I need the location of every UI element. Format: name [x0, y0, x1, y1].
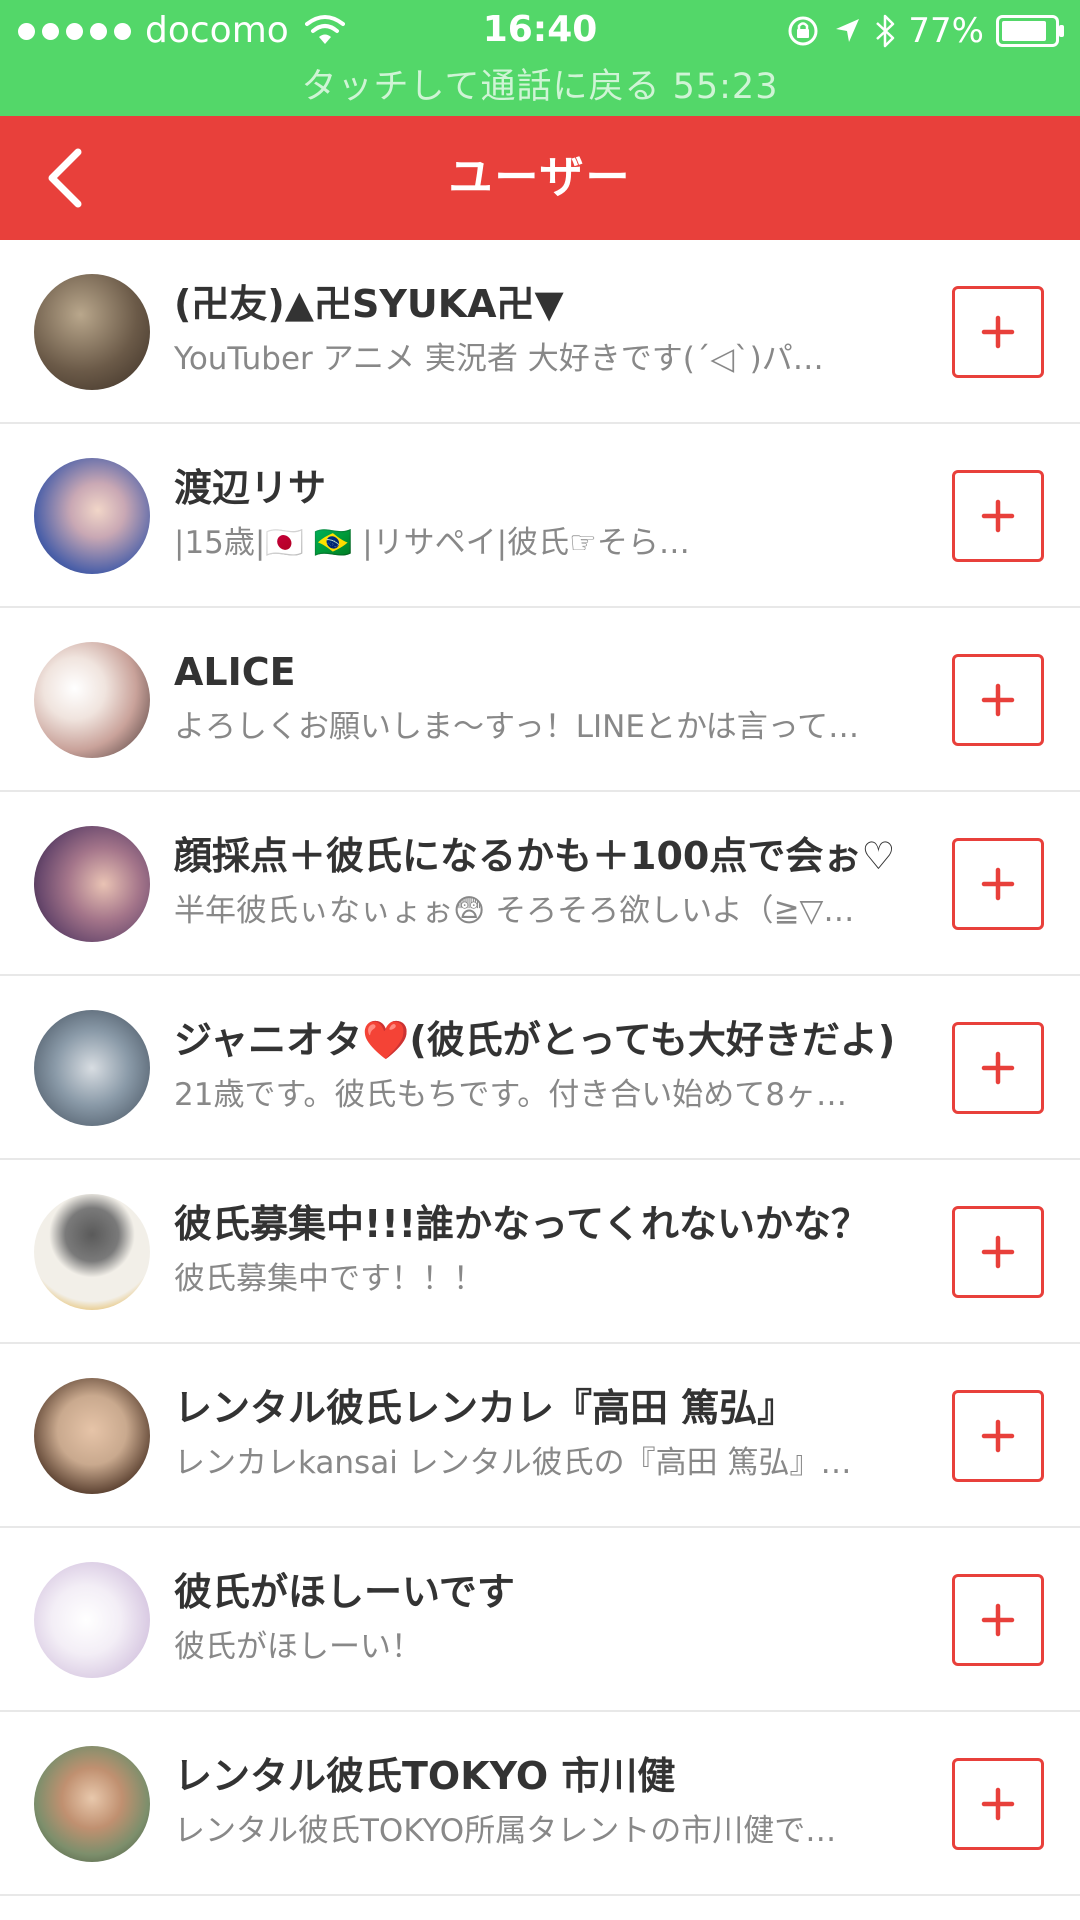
avatar[interactable] — [34, 1746, 150, 1862]
location-arrow-icon — [836, 19, 860, 42]
add-user-button[interactable] — [952, 654, 1044, 746]
back-button[interactable] — [24, 138, 104, 218]
user-row[interactable]: 顔採点＋彼氏になるかも＋100点で会ぉ♡ 半年彼氏ぃなぃょぉ😨 そろそろ欲しいよ… — [0, 792, 1080, 976]
status-row: docomo 16:40 77% — [0, 0, 1080, 62]
avatar[interactable] — [34, 1010, 150, 1126]
bluetooth-icon — [876, 14, 895, 48]
user-row[interactable]: 渡辺リサ |15歳|🇯🇵 🇧🇷 |リサペイ|彼氏☞そら… — [0, 424, 1080, 608]
avatar[interactable] — [34, 274, 150, 390]
return-to-call-banner[interactable]: タッチして通話に戻る 55:23 — [0, 62, 1080, 112]
add-user-button[interactable] — [952, 1390, 1044, 1482]
user-description: よろしくお願いしま〜すっ！LINEとかは言って… — [174, 709, 860, 745]
add-user-button[interactable] — [952, 1758, 1044, 1850]
avatar[interactable] — [34, 1378, 150, 1494]
battery-percentage: 77% — [908, 11, 984, 51]
add-user-button[interactable] — [952, 470, 1044, 562]
battery-icon — [996, 15, 1064, 47]
avatar[interactable] — [34, 826, 150, 942]
plus-icon — [981, 1419, 1015, 1453]
user-name: レンタル彼氏レンカレ『高田 篤弘』 — [174, 1386, 796, 1430]
user-description: レンタル彼氏TOKYO所属タレントの市川健で… — [174, 1813, 837, 1849]
user-row[interactable]: 彼氏がほしーいです 彼氏がほしーい！ — [0, 1528, 1080, 1712]
chevron-left-icon — [48, 148, 82, 208]
plus-icon — [981, 1603, 1015, 1637]
user-row[interactable]: 彼氏募集中!!!誰かなってくれないかな？ 彼氏募集中です！！！ — [0, 1160, 1080, 1344]
user-description: レンカレkansai レンタル彼氏の『高田 篤弘』… — [174, 1445, 852, 1481]
navigation-bar: ユーザー — [0, 116, 1080, 240]
user-description: 彼氏がほしーい！ — [174, 1629, 422, 1665]
user-description: 21歳です。彼氏もちです。付き合い始めて8ヶ… — [174, 1077, 847, 1113]
user-name: ALICE — [174, 650, 296, 694]
avatar[interactable] — [34, 458, 150, 574]
user-name: (卍友)▲卍SYUKA卍▼ — [174, 282, 564, 326]
user-name: 彼氏がほしーいです — [174, 1570, 515, 1614]
user-row[interactable]: ジャニオタ❤️(彼氏がとっても大好きだよ) 21歳です。彼氏もちです。付き合い始… — [0, 976, 1080, 1160]
app-screen: docomo 16:40 77% タッチして通話に戻る 55:23 ユーザー (… — [0, 0, 1080, 1920]
user-name: ジャニオタ❤️(彼氏がとっても大好きだよ) — [174, 1018, 896, 1062]
avatar[interactable] — [34, 1194, 150, 1310]
avatar[interactable] — [34, 642, 150, 758]
user-description: |15歳|🇯🇵 🇧🇷 |リサペイ|彼氏☞そら… — [174, 525, 690, 561]
page-title: ユーザー — [448, 152, 632, 203]
avatar[interactable] — [34, 1562, 150, 1678]
add-user-button[interactable] — [952, 1574, 1044, 1666]
user-name: レンタル彼氏TOKYO 市川健 — [174, 1754, 676, 1798]
user-name: 顔採点＋彼氏になるかも＋100点で会ぉ♡ — [174, 834, 896, 878]
add-user-button[interactable] — [952, 1022, 1044, 1114]
plus-icon — [981, 315, 1015, 349]
status-bar[interactable]: docomo 16:40 77% タッチして通話に戻る 55:23 — [0, 0, 1080, 116]
plus-icon — [981, 683, 1015, 717]
user-row[interactable]: ALICE よろしくお願いしま〜すっ！LINEとかは言って… — [0, 608, 1080, 792]
rotation-lock-icon — [788, 16, 818, 46]
user-list: (卍友)▲卍SYUKA卍▼ YouTuber アニメ 実況者 大好きです(ˊ◁ˋ… — [0, 240, 1080, 1896]
add-user-button[interactable] — [952, 1206, 1044, 1298]
plus-icon — [981, 1235, 1015, 1269]
user-name: 彼氏募集中!!!誰かなってくれないかな？ — [174, 1202, 869, 1246]
add-user-button[interactable] — [952, 286, 1044, 378]
plus-icon — [981, 1051, 1015, 1085]
add-user-button[interactable] — [952, 838, 1044, 930]
status-right: 77% — [786, 10, 1066, 52]
user-description: YouTuber アニメ 実況者 大好きです(ˊ◁ˋ)パ… — [174, 341, 824, 377]
plus-icon — [981, 867, 1015, 901]
plus-icon — [981, 499, 1015, 533]
plus-icon — [981, 1787, 1015, 1821]
user-description: 彼氏募集中です！！！ — [174, 1261, 484, 1297]
user-row[interactable]: レンタル彼氏TOKYO 市川健 レンタル彼氏TOKYO所属タレントの市川健で… — [0, 1712, 1080, 1896]
user-row[interactable]: (卍友)▲卍SYUKA卍▼ YouTuber アニメ 実況者 大好きです(ˊ◁ˋ… — [0, 240, 1080, 424]
user-name: 渡辺リサ — [174, 466, 327, 510]
user-row[interactable]: レンタル彼氏レンカレ『高田 篤弘』 レンカレkansai レンタル彼氏の『高田 … — [0, 1344, 1080, 1528]
user-description: 半年彼氏ぃなぃょぉ😨 そろそろ欲しいよ（≧▽… — [174, 893, 855, 929]
